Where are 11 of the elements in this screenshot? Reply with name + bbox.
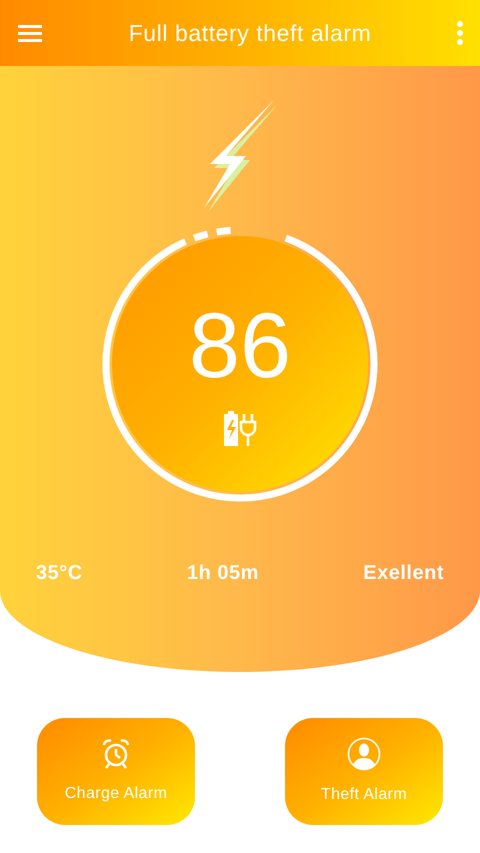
person-icon — [347, 736, 381, 770]
app-title: Full battery theft alarm — [128, 18, 372, 48]
stat-value: 35°C — [36, 561, 83, 586]
battery-percentage: 86 — [188, 300, 292, 392]
alarm-button[interactable]: Theft Alarm — [285, 718, 443, 825]
alarm-clock-icon — [101, 738, 131, 770]
more-options-icon[interactable] — [456, 20, 464, 46]
menu-icon[interactable] — [16, 22, 44, 44]
stat-value: Exellent — [363, 561, 444, 586]
alarm-button[interactable]: Charge Alarm — [37, 718, 195, 825]
stat-value: 1h 05m — [187, 561, 259, 586]
